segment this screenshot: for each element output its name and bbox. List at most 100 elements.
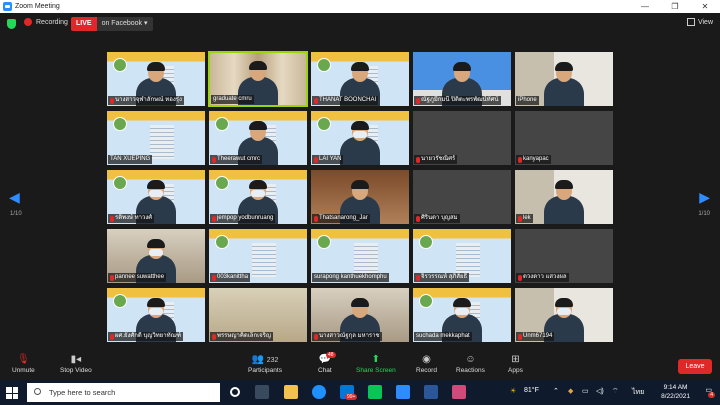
- share-screen-button[interactable]: ⬆ Share Screen: [356, 353, 396, 374]
- participant-name: 003kanittha: [217, 274, 249, 280]
- reactions-button[interactable]: ☺ Reactions: [456, 353, 485, 374]
- weather-icon: ☀: [510, 388, 517, 395]
- edge-browser-icon[interactable]: [312, 385, 326, 399]
- participant-name-label: นายวรัชณิศร์: [414, 155, 458, 164]
- minimize-button[interactable]: —: [630, 0, 660, 13]
- stop-video-button[interactable]: ▮◂ Stop Video: [60, 353, 92, 374]
- video-tile[interactable]: ณัฐภูมิ์กมนี ปิติตะพรพัฒน์ทัศน์: [412, 51, 512, 107]
- participant-name: นายวรัชณิศร์: [421, 156, 456, 162]
- participant-name: นางสาวจุฬาลักษณ์ ทองรุ่ง: [115, 97, 182, 103]
- participant-name-label: นางสาวจุฬาลักษณ์ ทองรุ่ง: [108, 96, 184, 105]
- word-icon[interactable]: [424, 385, 438, 399]
- participant-name: พรรษญาคิดเล็กเจริญ: [217, 333, 272, 339]
- taskbar-clock[interactable]: 9:14 AM 8/22/2021: [661, 383, 690, 401]
- video-tile[interactable]: pannee suwatthee: [106, 228, 206, 284]
- muted-microphone-icon: 🎙: [17, 354, 30, 365]
- participant-name-label: ผศ.ยังศักดิ์ บุญวิทยาทัณฑ์: [108, 332, 184, 341]
- participant-name-label: suchada mekkaphat: [414, 332, 472, 341]
- video-tile[interactable]: ศิรินดา บุญสม: [412, 169, 512, 225]
- recording-indicator[interactable]: Recording: [24, 18, 68, 26]
- video-tile[interactable]: TAN XUEPING: [106, 110, 206, 166]
- record-icon: ◉: [422, 354, 431, 365]
- participant-name-label: THANAT BOONCHAI: [312, 96, 379, 105]
- chat-button[interactable]: 💬 48 Chat: [318, 352, 336, 374]
- unmute-button[interactable]: 🎙 Unmute: [12, 353, 35, 374]
- participant-name: pannee suwatthee: [115, 274, 165, 280]
- video-tile[interactable]: lek: [514, 169, 614, 225]
- video-tile[interactable]: 003kanittha: [208, 228, 308, 284]
- live-target-dropdown[interactable]: on Facebook ▾: [96, 17, 153, 31]
- video-tile[interactable]: surapong kanthuekhomphu: [310, 228, 410, 284]
- video-tile[interactable]: LAI YAN: [310, 110, 410, 166]
- file-explorer-icon[interactable]: [284, 385, 298, 399]
- video-tile[interactable]: THANAT BOONCHAI: [310, 51, 410, 107]
- video-tile[interactable]: Unm67194: [514, 287, 614, 343]
- grid-view-icon: [686, 18, 695, 26]
- participant-name: รติพงษ์ ทาวงศ์: [115, 215, 153, 221]
- language-indicator[interactable]: ไทย: [632, 387, 644, 398]
- video-tile[interactable]: นางสาวณัฐกุล มหาราช: [310, 287, 410, 343]
- participant-name: iPhone: [518, 97, 537, 103]
- record-label: Record: [416, 367, 437, 374]
- next-page-arrow-icon[interactable]: ▶: [699, 189, 710, 206]
- muted-mic-icon: [518, 274, 522, 281]
- meeting-topbar: Recording LIVE on Facebook ▾ View: [0, 13, 720, 35]
- video-tile[interactable]: จิรวรรณห์ สุภิสัยธิ์: [412, 228, 512, 284]
- participant-name: ผศ.ยังศักดิ์ บุญวิทยาทัณฑ์: [115, 333, 182, 339]
- share-screen-label: Share Screen: [356, 367, 396, 374]
- line-app-icon[interactable]: [368, 385, 382, 399]
- zoom-taskbar-icon[interactable]: [396, 385, 410, 399]
- video-tile[interactable]: graduate cmru: [208, 51, 308, 107]
- video-tile[interactable]: ดวงดาว แสวงผล: [514, 228, 614, 284]
- muted-mic-icon: [212, 215, 216, 222]
- participant-name-label: นางสาวณัฐกุล มหาราช: [312, 332, 382, 341]
- network-icon[interactable]: ▭: [582, 387, 589, 395]
- view-label: View: [697, 18, 713, 26]
- participant-name-label: surapong kanthuekhomphu: [312, 273, 389, 282]
- view-button[interactable]: View: [686, 18, 713, 26]
- participant-name: Theerawut cmrc: [217, 156, 261, 162]
- stop-video-label: Stop Video: [60, 367, 92, 374]
- mail-badge: 99+: [345, 394, 358, 400]
- taskbar-search-box[interactable]: Type here to search: [27, 383, 220, 402]
- participant-name: นางสาวณัฐกุล มหาราช: [319, 333, 380, 339]
- video-tile[interactable]: รติพงษ์ ทาวงศ์: [106, 169, 206, 225]
- participant-name-label: Theerawut cmrc: [210, 155, 263, 164]
- video-tile[interactable]: iPhone: [514, 51, 614, 107]
- close-window-button[interactable]: ✕: [690, 0, 720, 13]
- video-tile[interactable]: jempop yodbunruang: [208, 169, 308, 225]
- participant-name-label: ศิรินดา บุญสม: [414, 214, 460, 223]
- participant-name-label: Unm67194: [516, 332, 555, 341]
- weather-temp[interactable]: 81°F: [524, 387, 539, 394]
- participants-button[interactable]: 👥 232 Participants: [248, 353, 282, 374]
- tray-app-icon[interactable]: ◆: [568, 387, 573, 395]
- muted-mic-icon: [212, 156, 216, 163]
- task-view-icon[interactable]: [255, 385, 269, 399]
- security-shield-icon[interactable]: [7, 19, 16, 29]
- participant-name: LAI YAN: [319, 156, 342, 162]
- live-stream-indicator[interactable]: LIVE on Facebook ▾: [71, 17, 153, 31]
- video-tile[interactable]: นายวรัชณิศร์: [412, 110, 512, 166]
- windows-start-icon[interactable]: [6, 387, 18, 399]
- video-tile[interactable]: kanyapac: [514, 110, 614, 166]
- video-tile[interactable]: suchada mekkaphat: [412, 287, 512, 343]
- video-tile[interactable]: ผศ.ยังศักดิ์ บุญวิทยาทัณฑ์: [106, 287, 206, 343]
- wifi-icon[interactable]: ⌔: [612, 387, 619, 396]
- leave-button[interactable]: Leave: [678, 359, 712, 374]
- video-tile[interactable]: พรรษญาคิดเล็กเจริญ: [208, 287, 308, 343]
- cortana-icon[interactable]: [230, 387, 240, 397]
- participant-name-label: 003kanittha: [210, 273, 251, 282]
- prev-page-indicator: 1/10: [10, 211, 22, 217]
- app-icon[interactable]: [452, 385, 466, 399]
- video-tile[interactable]: Thatsanarong_Jar: [310, 169, 410, 225]
- prev-page-arrow-icon[interactable]: ◀: [9, 189, 20, 206]
- volume-icon[interactable]: ◁): [596, 387, 604, 395]
- record-button[interactable]: ◉ Record: [416, 353, 437, 374]
- tray-overflow-icon[interactable]: ⌃: [553, 387, 559, 395]
- video-camera-icon: ▮◂: [70, 354, 82, 365]
- maximize-button[interactable]: ❐: [660, 0, 690, 13]
- muted-mic-icon: [518, 156, 522, 163]
- video-tile[interactable]: นางสาวจุฬาลักษณ์ ทองรุ่ง: [106, 51, 206, 107]
- apps-button[interactable]: ⊞ Apps: [508, 353, 523, 374]
- video-tile[interactable]: Theerawut cmrc: [208, 110, 308, 166]
